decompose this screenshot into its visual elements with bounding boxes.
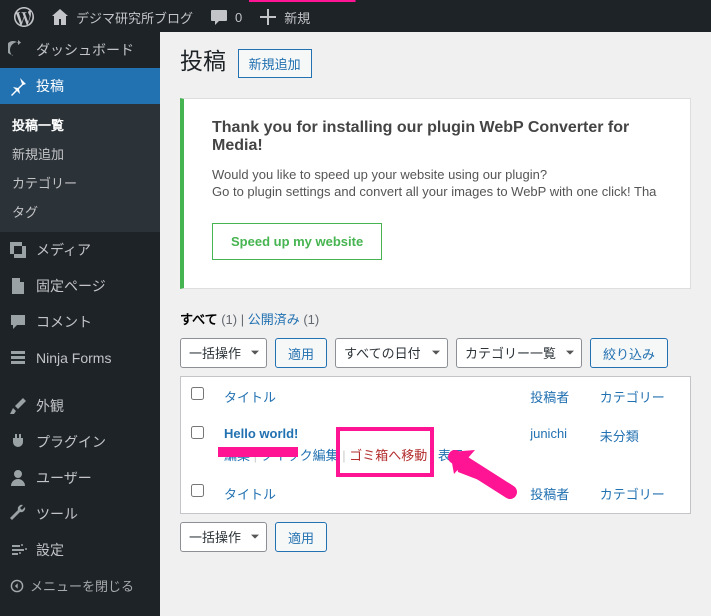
col-author[interactable]: 投稿者 [520, 377, 590, 417]
col-category-foot[interactable]: カテゴリー [590, 474, 691, 514]
status-filter: すべて (1) | 公開済み (1) [180, 309, 691, 328]
comments-link[interactable]: 0 [201, 1, 250, 33]
form-icon [8, 348, 28, 368]
post-title-link[interactable]: Hello world! [224, 426, 298, 441]
dashboard-icon [8, 40, 28, 60]
col-author-foot[interactable]: 投稿者 [520, 474, 590, 514]
media-icon [8, 240, 28, 260]
site-name-link[interactable]: デジマ研究所ブログ [42, 1, 201, 33]
wrench-icon [8, 504, 28, 524]
collapse-icon [10, 579, 24, 593]
settings-icon [8, 540, 28, 560]
page-title: 投稿 [180, 42, 226, 76]
apply-button-bottom[interactable]: 適用 [275, 522, 327, 552]
notice-title: Thank you for installing our plugin WebP… [212, 119, 662, 155]
admin-sidebar: ダッシュボード 投稿 投稿一覧 新規追加 カテゴリー タグ メディア 固定ページ… [0, 32, 160, 616]
posts-submenu: 投稿一覧 新規追加 カテゴリー タグ [0, 104, 160, 232]
sidebar-item-plugins[interactable]: プラグイン [0, 424, 160, 460]
date-filter-select[interactable]: すべての日付 [335, 338, 448, 368]
posts-table: タイトル 投稿者 カテゴリー Hello world! 編集 | クイック編集 … [180, 376, 691, 514]
filter-button[interactable]: 絞り込み [590, 338, 668, 368]
action-view[interactable]: 表示 [438, 448, 464, 463]
action-quick-edit[interactable]: クイック編集 [261, 448, 339, 463]
wp-logo[interactable] [6, 1, 42, 33]
submenu-new-post[interactable]: 新規追加 [0, 139, 160, 168]
brush-icon [8, 396, 28, 416]
action-trash[interactable]: ゴミ箱へ移動 [349, 448, 427, 463]
sidebar-item-dashboard[interactable]: ダッシュボード [0, 32, 160, 68]
sidebar-item-settings[interactable]: 設定 [0, 532, 160, 568]
sidebar-item-media[interactable]: メディア [0, 232, 160, 268]
plugin-notice: Thank you for installing our plugin WebP… [180, 98, 691, 289]
col-title-foot[interactable]: タイトル [214, 474, 520, 514]
sidebar-item-ninja-forms[interactable]: Ninja Forms [0, 340, 160, 376]
comment-icon [209, 7, 229, 27]
author-link[interactable]: junichi [530, 426, 567, 441]
plus-icon [258, 7, 278, 27]
filter-published[interactable]: 公開済み [248, 312, 300, 327]
action-edit[interactable]: 編集 [224, 448, 250, 463]
new-label: 新規 [284, 8, 310, 27]
main-content: 投稿 新規追加 Thank you for installing our plu… [160, 32, 711, 616]
sidebar-item-tools[interactable]: ツール [0, 496, 160, 532]
row-actions: 編集 | クイック編集 | ゴミ箱へ移動 | 表示 [224, 441, 510, 464]
comments-count: 0 [235, 10, 242, 25]
category-link[interactable]: 未分類 [600, 429, 639, 444]
tablenav-bottom: 一括操作 適用 [180, 522, 691, 552]
admin-bar: デジマ研究所ブログ 0 新規 [0, 0, 711, 32]
sidebar-item-pages[interactable]: 固定ページ [0, 268, 160, 304]
collapse-menu[interactable]: メニューを閉じる [0, 568, 160, 603]
select-all-bottom[interactable] [191, 484, 204, 497]
submenu-all-posts[interactable]: 投稿一覧 [0, 110, 160, 139]
new-content-link[interactable]: 新規 [250, 1, 318, 33]
row-checkbox[interactable] [191, 426, 204, 439]
notice-line2: Go to plugin settings and convert all yo… [212, 184, 662, 199]
bulk-action-select-bottom[interactable]: 一括操作 [180, 522, 267, 552]
sidebar-item-comments[interactable]: コメント [0, 304, 160, 340]
col-category[interactable]: カテゴリー [590, 377, 691, 417]
page-icon [8, 276, 28, 296]
notice-line1: Would you like to speed up your website … [212, 167, 662, 182]
pin-icon [8, 76, 28, 96]
select-all-top[interactable] [191, 387, 204, 400]
tablenav-top: 一括操作 適用 すべての日付 カテゴリー一覧 絞り込み [180, 338, 691, 368]
user-icon [8, 468, 28, 488]
col-title[interactable]: タイトル [214, 377, 520, 417]
site-title: デジマ研究所ブログ [76, 8, 193, 27]
notice-cta-button[interactable]: Speed up my website [212, 223, 382, 260]
table-row: Hello world! 編集 | クイック編集 | ゴミ箱へ移動 | 表示 j… [181, 416, 691, 474]
plugin-icon [8, 432, 28, 452]
apply-button-top[interactable]: 適用 [275, 338, 327, 368]
comments-icon [8, 312, 28, 332]
submenu-categories[interactable]: カテゴリー [0, 168, 160, 197]
home-icon [50, 7, 70, 27]
sidebar-item-posts[interactable]: 投稿 [0, 68, 160, 104]
bulk-action-select[interactable]: 一括操作 [180, 338, 267, 368]
sidebar-item-users[interactable]: ユーザー [0, 460, 160, 496]
add-new-button[interactable]: 新規追加 [238, 49, 312, 78]
sidebar-item-appearance[interactable]: 外観 [0, 388, 160, 424]
category-filter-select[interactable]: カテゴリー一覧 [456, 338, 582, 368]
submenu-tags[interactable]: タグ [0, 197, 160, 226]
filter-all[interactable]: すべて [180, 312, 218, 327]
wordpress-icon [14, 7, 34, 27]
